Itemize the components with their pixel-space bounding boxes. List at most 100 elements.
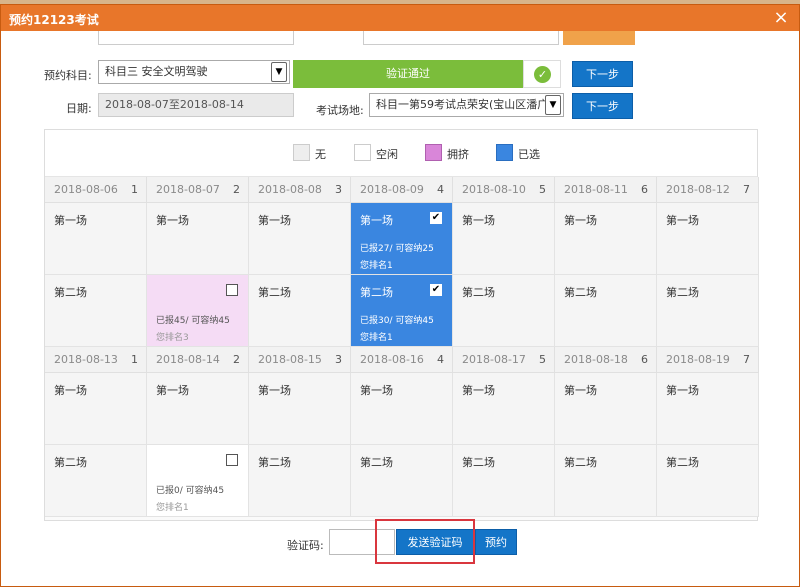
- day-header: 2018-08-07 2: [147, 177, 249, 203]
- session-label: 第二场: [564, 456, 597, 469]
- day-date: 2018-08-15: [258, 353, 322, 366]
- session-slot: 第二场: [249, 275, 351, 347]
- next-step-button[interactable]: 下一步: [572, 61, 633, 87]
- session-label: 第一场: [54, 384, 87, 397]
- subject-select[interactable]: 科目三 安全文明驾驶 ▼: [98, 60, 290, 84]
- verify-status-text: 验证通过: [386, 67, 430, 80]
- day-date: 2018-08-12: [666, 183, 730, 196]
- date-range-field: 2018-08-07至2018-08-14: [98, 93, 294, 117]
- check-circle-icon: ✓: [534, 66, 551, 83]
- session-slot: 第一场: [249, 373, 351, 445]
- day-index: 2: [233, 353, 240, 366]
- session-label: 第一场: [462, 214, 495, 227]
- day-date: 2018-08-13: [54, 353, 118, 366]
- day-index: 1: [131, 353, 138, 366]
- venue-select[interactable]: 科目一第59考试点荣安(宝山区潘广 ▼: [369, 93, 564, 117]
- day-date: 2018-08-16: [360, 353, 424, 366]
- code-label: 验证码:: [287, 539, 324, 552]
- session-slot[interactable]: 第一场 ✔ 已报27/ 可容纳25 您排名1: [351, 203, 453, 275]
- session-label: 第一场: [258, 214, 291, 227]
- day-date: 2018-08-19: [666, 353, 730, 366]
- day-header: 2018-08-18 6: [555, 347, 657, 373]
- day-date: 2018-08-17: [462, 353, 526, 366]
- booking-dialog: 预约12123考试 × 预约科目: 科目三 安全文明驾驶 ▼ 验证通过 ✓ 下一…: [0, 4, 800, 587]
- session-slot: 第二场: [351, 445, 453, 517]
- day-index: 5: [539, 183, 546, 196]
- dialog-title: 预约12123考试: [9, 13, 99, 27]
- venue-label: 考试场地:: [316, 104, 364, 117]
- legend-label-free: 空闲: [376, 148, 398, 161]
- session-slot[interactable]: 第二场 ✔ 已报30/ 可容纳45 您排名1: [351, 275, 453, 347]
- day-index: 4: [437, 353, 444, 366]
- day-header: 2018-08-06 1: [45, 177, 147, 203]
- session-label: 第二场: [666, 286, 699, 299]
- day-header: 2018-08-13 1: [45, 347, 147, 373]
- legend-swatch-free: [354, 144, 371, 161]
- session-slot: 第二场: [453, 445, 555, 517]
- day-index: 6: [641, 183, 648, 196]
- day-header: 2018-08-11 6: [555, 177, 657, 203]
- day-date: 2018-08-08: [258, 183, 322, 196]
- day-index: 6: [641, 353, 648, 366]
- day-date: 2018-08-10: [462, 183, 526, 196]
- session-label: 第一场: [462, 384, 495, 397]
- session-rank: 您排名3: [156, 333, 189, 343]
- session-label: 第一场: [666, 384, 699, 397]
- session-checkbox[interactable]: [226, 454, 238, 466]
- session-slot: 第二场: [249, 445, 351, 517]
- day-date: 2018-08-11: [564, 183, 628, 196]
- book-button[interactable]: 预约: [475, 529, 517, 555]
- session-slot: 第二场: [657, 275, 759, 347]
- session-slot: 第一场: [147, 203, 249, 275]
- session-label: 第二场: [462, 286, 495, 299]
- day-date: 2018-08-18: [564, 353, 628, 366]
- session-label: 第一场: [360, 384, 393, 397]
- hidden-input-top-left[interactable]: [98, 31, 294, 45]
- session-label: 第一场: [156, 214, 189, 227]
- session-slot: 第一场: [45, 373, 147, 445]
- hidden-button-top[interactable]: [563, 31, 635, 45]
- date-label: 日期:: [66, 102, 92, 115]
- session-label: 第二场: [462, 456, 495, 469]
- session-label: 第二场: [258, 456, 291, 469]
- next-step-button-2[interactable]: 下一步: [572, 93, 633, 119]
- session-slot: 第一场: [657, 203, 759, 275]
- session-slot[interactable]: 已报45/ 可容纳45 您排名3: [147, 275, 249, 347]
- session-label: 第一场: [564, 384, 597, 397]
- session-checkbox[interactable]: ✔: [430, 284, 442, 296]
- subject-label: 预约科目:: [44, 69, 92, 82]
- session-checkbox[interactable]: [226, 284, 238, 296]
- hidden-input-top-right[interactable]: [363, 31, 559, 45]
- session-capacity: 已报0/ 可容纳45: [156, 486, 225, 496]
- session-slot: 第二场: [45, 275, 147, 347]
- session-slot: 第二场: [657, 445, 759, 517]
- day-date: 2018-08-06: [54, 183, 118, 196]
- legend-swatch-crowded: [425, 144, 442, 161]
- subject-select-value: 科目三 安全文明驾驶: [105, 65, 208, 78]
- session-capacity: 已报30/ 可容纳45: [360, 316, 434, 326]
- legend-swatch-selected: [496, 144, 513, 161]
- session-rank: 您排名1: [360, 261, 393, 271]
- day-header: 2018-08-08 3: [249, 177, 351, 203]
- day-header: 2018-08-09 4: [351, 177, 453, 203]
- day-index: 7: [743, 183, 750, 196]
- legend-label-selected: 已选: [518, 148, 540, 161]
- day-index: 7: [743, 353, 750, 366]
- dialog-title-bar: 预约12123考试 ×: [1, 5, 799, 31]
- close-icon[interactable]: ×: [771, 8, 791, 28]
- session-slot: 第一场: [453, 203, 555, 275]
- session-slot: 第二场: [45, 445, 147, 517]
- session-label: 第一场: [54, 214, 87, 227]
- session-slot[interactable]: 已报0/ 可容纳45 您排名1: [147, 445, 249, 517]
- session-slot: 第一场: [453, 373, 555, 445]
- session-slot: 第一场: [351, 373, 453, 445]
- session-slot: 第一场: [249, 203, 351, 275]
- legend-swatch-none: [293, 144, 310, 161]
- session-label: 第一场: [156, 384, 189, 397]
- session-checkbox[interactable]: ✔: [430, 212, 442, 224]
- session-rank: 您排名1: [156, 503, 189, 513]
- session-label: 第二场: [258, 286, 291, 299]
- session-label: 第二场: [54, 456, 87, 469]
- session-label: 第一场: [666, 214, 699, 227]
- verify-check-box: ✓: [523, 60, 561, 88]
